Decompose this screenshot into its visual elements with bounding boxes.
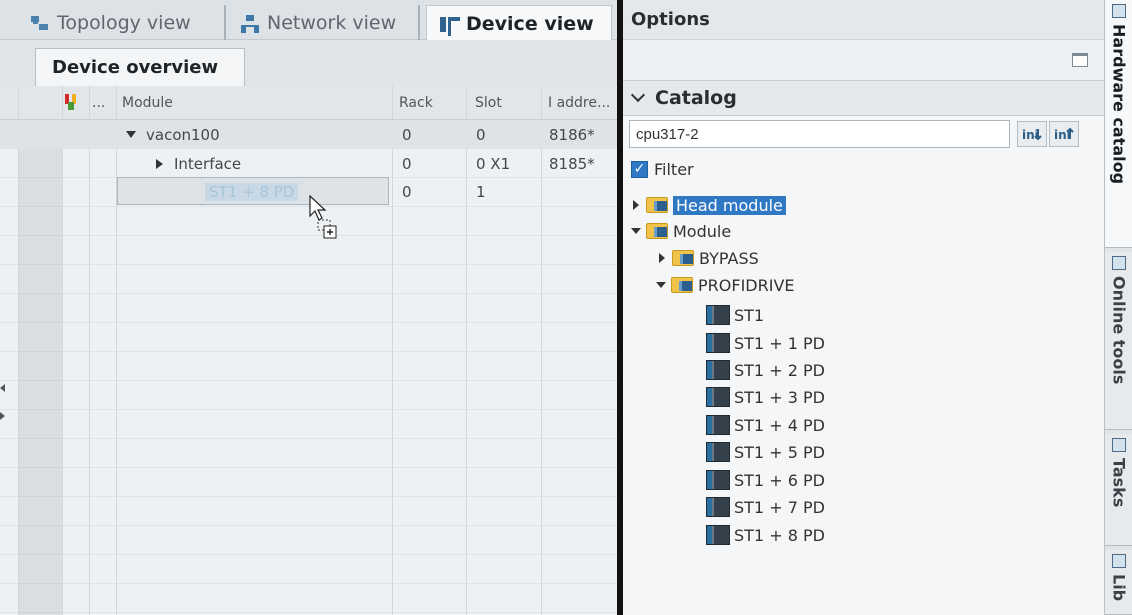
drag-ghost-label: ST1 + 8 PD xyxy=(205,183,299,201)
module-icon xyxy=(706,415,730,435)
splitter-left-arrow-icon[interactable] xyxy=(0,384,5,392)
tree-item-head-module[interactable]: Head module xyxy=(633,193,786,217)
column-slot[interactable]: Slot xyxy=(475,95,502,111)
module-cell: Interface xyxy=(156,155,241,173)
side-tab-bar: Hardware catalog Online tools Tasks Lib xyxy=(1104,0,1132,615)
column-dots[interactable]: ... xyxy=(92,95,105,111)
tab-tasks[interactable]: Tasks xyxy=(1105,434,1132,546)
expand-icon[interactable] xyxy=(659,253,665,263)
expand-icon[interactable] xyxy=(633,200,639,210)
catalog-item[interactable]: ST1 + 4 PD xyxy=(706,413,825,437)
column-address[interactable]: I addre... xyxy=(548,95,610,111)
tab-topology-view[interactable]: Topology view xyxy=(18,5,226,40)
table-row[interactable]: Interface 0 0 X1 8185* xyxy=(0,149,617,178)
tab-device-view[interactable]: Device view xyxy=(426,5,612,41)
module-icon xyxy=(706,497,730,517)
tab-label: Network view xyxy=(267,11,397,34)
module-icon xyxy=(706,442,730,462)
catalog-item[interactable]: ST1 + 3 PD xyxy=(706,385,825,409)
tree-item-bypass[interactable]: BYPASS xyxy=(659,246,759,270)
collapse-icon[interactable] xyxy=(631,228,641,234)
rack-cell: 0 xyxy=(402,183,412,201)
catalog-item[interactable]: ST1 + 8 PD xyxy=(706,523,825,547)
tree-label: PROFIDRIVE xyxy=(698,275,795,295)
tab-label: Topology view xyxy=(57,11,191,34)
tree-label: BYPASS xyxy=(699,248,759,268)
options-title: Options xyxy=(623,0,1104,40)
tab-label: Device view xyxy=(466,12,594,35)
options-toolbar xyxy=(623,40,1104,80)
chevron-down-icon xyxy=(630,87,646,103)
tab-libraries[interactable]: Lib xyxy=(1105,550,1132,615)
filter-checkbox[interactable]: ✓ Filter xyxy=(631,160,694,179)
grid-header: ... Module Rack Slot I addre... xyxy=(0,86,617,120)
topology-icon xyxy=(30,14,50,32)
module-icon xyxy=(706,470,730,490)
catalog-icon xyxy=(1112,4,1126,18)
module-icon xyxy=(706,360,730,380)
tab-online-tools[interactable]: Online tools xyxy=(1105,252,1132,430)
catalog-item[interactable]: ST1 + 1 PD xyxy=(706,331,825,355)
library-icon xyxy=(1112,554,1126,568)
module-icon xyxy=(706,387,730,407)
device-view-pane: Topology view Network view Device view D… xyxy=(0,0,617,615)
splitter-right-arrow-icon[interactable] xyxy=(0,412,5,420)
module-icon xyxy=(706,305,730,325)
tree-label: Module xyxy=(673,221,732,241)
catalog-item[interactable]: ST1 + 5 PD xyxy=(706,440,825,464)
rack-cell: 0 xyxy=(402,155,412,173)
filter-label: Filter xyxy=(654,160,694,179)
search-up-button[interactable]: ini xyxy=(1049,121,1079,147)
restore-window-button[interactable] xyxy=(1072,53,1088,67)
online-tools-icon xyxy=(1112,256,1126,270)
slot-cell: 0 X1 xyxy=(476,155,511,173)
tab-network-view[interactable]: Network view xyxy=(228,5,420,40)
table-row[interactable]: vacon100 0 0 8186* xyxy=(0,120,617,149)
network-icon xyxy=(240,14,260,33)
svg-text:ini: ini xyxy=(1022,128,1039,142)
module-icon xyxy=(706,333,730,353)
tab-hardware-catalog[interactable]: Hardware catalog xyxy=(1105,0,1132,248)
checkmark-icon: ✓ xyxy=(631,161,648,178)
folder-icon xyxy=(646,223,668,239)
folder-icon xyxy=(646,197,668,213)
catalog-item[interactable]: ST1 + 6 PD xyxy=(706,468,825,492)
address-cell: 8186* xyxy=(549,126,595,144)
catalog-item[interactable]: ST1 xyxy=(706,303,764,327)
catalog-search-input[interactable] xyxy=(629,120,1010,148)
device-icon xyxy=(439,15,460,36)
slot-cell: 1 xyxy=(476,183,486,201)
catalog-item[interactable]: ST1 + 2 PD xyxy=(706,358,825,382)
options-pane: Options Catalog ini ini ✓ Filter Head mo… xyxy=(623,0,1104,615)
catalog-item[interactable]: ST1 + 7 PD xyxy=(706,495,825,519)
folder-icon xyxy=(672,250,694,266)
folder-icon xyxy=(671,277,693,293)
tasks-icon xyxy=(1112,438,1126,452)
collapse-icon[interactable] xyxy=(656,282,666,288)
overview-tab-bar: Device overview xyxy=(0,40,617,86)
view-tab-bar: Topology view Network view Device view xyxy=(0,0,617,41)
plug-icon[interactable] xyxy=(62,92,84,116)
expand-icon[interactable] xyxy=(126,131,136,138)
slot-cell: 0 xyxy=(476,126,486,144)
tree-label: Head module xyxy=(673,195,786,215)
collapse-icon[interactable] xyxy=(156,159,163,169)
rack-cell: 0 xyxy=(402,126,412,144)
module-icon xyxy=(706,525,730,545)
tree-item-profidrive[interactable]: PROFIDRIVE xyxy=(656,273,795,297)
module-cell: vacon100 xyxy=(126,126,220,144)
catalog-section-header[interactable]: Catalog xyxy=(623,80,1104,116)
address-cell: 8185* xyxy=(549,155,595,173)
search-down-button[interactable]: ini xyxy=(1017,121,1047,147)
tree-item-module[interactable]: Module xyxy=(631,219,731,243)
column-module[interactable]: Module xyxy=(122,95,173,111)
tab-device-overview[interactable]: Device overview xyxy=(35,48,245,86)
column-rack[interactable]: Rack xyxy=(399,95,433,111)
drag-cursor-icon xyxy=(309,194,337,239)
